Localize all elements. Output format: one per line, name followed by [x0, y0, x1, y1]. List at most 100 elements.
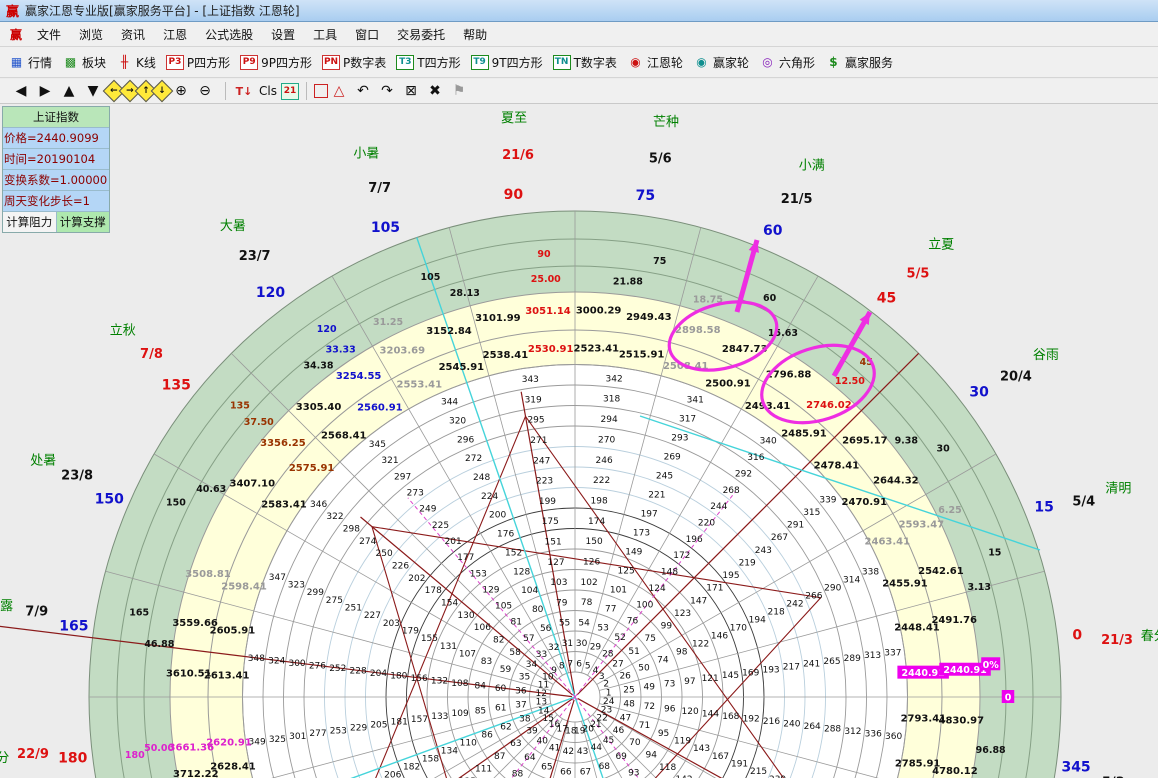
- svg-text:291: 291: [787, 521, 804, 531]
- menu-item-公式选股[interactable]: 公式选股: [196, 23, 262, 46]
- calc-support-button[interactable]: 计算支撑: [57, 212, 110, 232]
- toolbar-button-江恩轮[interactable]: ◉江恩轮: [627, 54, 683, 71]
- svg-text:228: 228: [350, 666, 367, 676]
- menu-item-资讯[interactable]: 资讯: [112, 23, 154, 46]
- toolbar-label: 行情: [28, 54, 52, 71]
- svg-text:158: 158: [422, 754, 439, 764]
- svg-text:171: 171: [706, 584, 723, 594]
- svg-text:269: 269: [664, 452, 681, 462]
- svg-text:28.13: 28.13: [450, 288, 480, 299]
- menu-item-文件[interactable]: 文件: [28, 23, 70, 46]
- svg-text:67: 67: [580, 767, 591, 777]
- draw-triangle-icon[interactable]: △: [328, 81, 350, 101]
- svg-text:170: 170: [730, 624, 747, 634]
- svg-text:167: 167: [712, 752, 729, 762]
- toolbar-button-K线[interactable]: ╫K线: [116, 54, 156, 71]
- gann-wheel-chart-area[interactable]: QQ:100800360www.yingjia360.com赢家财富网 1234…: [0, 104, 1158, 778]
- svg-text:72: 72: [644, 702, 655, 712]
- svg-text:316: 316: [747, 453, 764, 463]
- svg-text:129: 129: [482, 585, 499, 595]
- svg-text:小暑: 小暑: [353, 147, 379, 162]
- svg-text:127: 127: [547, 558, 564, 568]
- svg-text:2575.91: 2575.91: [289, 463, 335, 474]
- toolbar-button-T四方形[interactable]: T3T四方形: [396, 54, 460, 71]
- toolbar-button-赢家服务[interactable]: $赢家服务: [825, 54, 893, 71]
- draw-rect-icon[interactable]: [314, 84, 328, 98]
- svg-text:155: 155: [421, 634, 438, 644]
- toolbar-button-9P四方形[interactable]: P99P四方形: [240, 54, 312, 71]
- toolbar-button-赢家轮[interactable]: ◉赢家轮: [693, 54, 749, 71]
- zoom-out-icon[interactable]: ⊖: [194, 81, 216, 101]
- svg-text:2746.02: 2746.02: [806, 400, 852, 411]
- svg-text:221: 221: [648, 490, 665, 500]
- nav-back-icon[interactable]: ◀: [10, 81, 32, 101]
- svg-text:121: 121: [702, 674, 719, 684]
- T四方形-icon: T3: [396, 55, 414, 70]
- svg-text:145: 145: [722, 671, 739, 681]
- svg-text:2545.91: 2545.91: [439, 362, 485, 373]
- toolbar-label: 9T四方形: [492, 54, 543, 71]
- menu-item-交易委托[interactable]: 交易委托: [388, 23, 454, 46]
- menu-item-浏览[interactable]: 浏览: [70, 23, 112, 46]
- menu-item-江恩[interactable]: 江恩: [154, 23, 196, 46]
- nav-down-icon[interactable]: ▼: [82, 81, 104, 101]
- rotate-cw-icon[interactable]: ↷: [376, 81, 398, 101]
- svg-text:134: 134: [441, 746, 458, 756]
- svg-text:344: 344: [441, 398, 458, 408]
- titlebar: 赢 赢家江恩专业版[赢家服务平台] - [上证指数 江恩轮]: [0, 0, 1158, 22]
- svg-text:2695.17: 2695.17: [842, 436, 888, 447]
- menu-logo-icon[interactable]: 赢: [4, 23, 28, 46]
- svg-text:51: 51: [628, 647, 639, 657]
- svg-text:61: 61: [495, 703, 506, 713]
- svg-text:295: 295: [527, 416, 544, 426]
- svg-text:0%: 0%: [983, 660, 1000, 671]
- svg-text:168: 168: [722, 712, 739, 722]
- menu-item-设置[interactable]: 设置: [262, 23, 304, 46]
- delete-box-icon[interactable]: ⊠: [400, 81, 422, 101]
- svg-text:179: 179: [402, 627, 419, 637]
- svg-text:276: 276: [309, 661, 326, 671]
- svg-text:272: 272: [465, 454, 482, 464]
- toolbar-button-六角形[interactable]: ◎六角形: [759, 54, 815, 71]
- svg-text:97: 97: [684, 677, 695, 687]
- flag-icon[interactable]: ⚑: [448, 81, 470, 101]
- t-down-icon[interactable]: T↓: [233, 81, 255, 101]
- svg-text:3.13: 3.13: [968, 582, 991, 593]
- toolbar-button-板块[interactable]: ▩板块: [62, 54, 106, 71]
- rotate-ccw-icon[interactable]: ↶: [352, 81, 374, 101]
- svg-text:59: 59: [500, 665, 512, 675]
- svg-text:3305.40: 3305.40: [296, 402, 342, 413]
- menu-item-窗口[interactable]: 窗口: [346, 23, 388, 46]
- svg-text:33.33: 33.33: [326, 345, 356, 356]
- svg-text:277: 277: [309, 729, 326, 739]
- svg-text:3661.36: 3661.36: [169, 743, 215, 754]
- nav-up-icon[interactable]: ▲: [58, 81, 80, 101]
- svg-text:360: 360: [885, 732, 902, 742]
- toolbar-label: 9P四方形: [261, 54, 312, 71]
- svg-text:338: 338: [862, 568, 879, 578]
- svg-text:3254.55: 3254.55: [336, 371, 382, 382]
- fit-icon[interactable]: ✖: [424, 81, 446, 101]
- svg-text:处暑: 处暑: [30, 453, 56, 468]
- toolbar-button-行情[interactable]: ▦行情: [8, 54, 52, 71]
- svg-text:95: 95: [658, 729, 669, 739]
- svg-text:219: 219: [739, 558, 756, 568]
- toolbar-button-P数字表[interactable]: PNP数字表: [322, 54, 386, 71]
- toolbar-button-9T四方形[interactable]: T99T四方形: [471, 54, 543, 71]
- nav-forward-icon[interactable]: ▶: [34, 81, 56, 101]
- menu-item-帮助[interactable]: 帮助: [454, 23, 496, 46]
- svg-text:182: 182: [403, 762, 420, 772]
- svg-text:197: 197: [641, 509, 658, 519]
- calendar-21-icon[interactable]: 21: [281, 83, 299, 100]
- window-title: 赢家江恩专业版[赢家服务平台] - [上证指数 江恩轮]: [25, 2, 300, 19]
- toolbar-button-P四方形[interactable]: P3P四方形: [166, 54, 230, 71]
- menu-item-工具[interactable]: 工具: [304, 23, 346, 46]
- svg-text:2491.76: 2491.76: [931, 615, 977, 626]
- svg-text:谷雨: 谷雨: [1033, 348, 1059, 363]
- svg-text:2478.41: 2478.41: [814, 461, 860, 472]
- cls-button[interactable]: Cls: [257, 81, 279, 101]
- svg-text:200: 200: [489, 511, 506, 521]
- toolbar-button-T数字表[interactable]: TNT数字表: [553, 54, 617, 71]
- svg-text:273: 273: [407, 489, 424, 499]
- calc-resistance-button[interactable]: 计算阻力: [3, 212, 57, 232]
